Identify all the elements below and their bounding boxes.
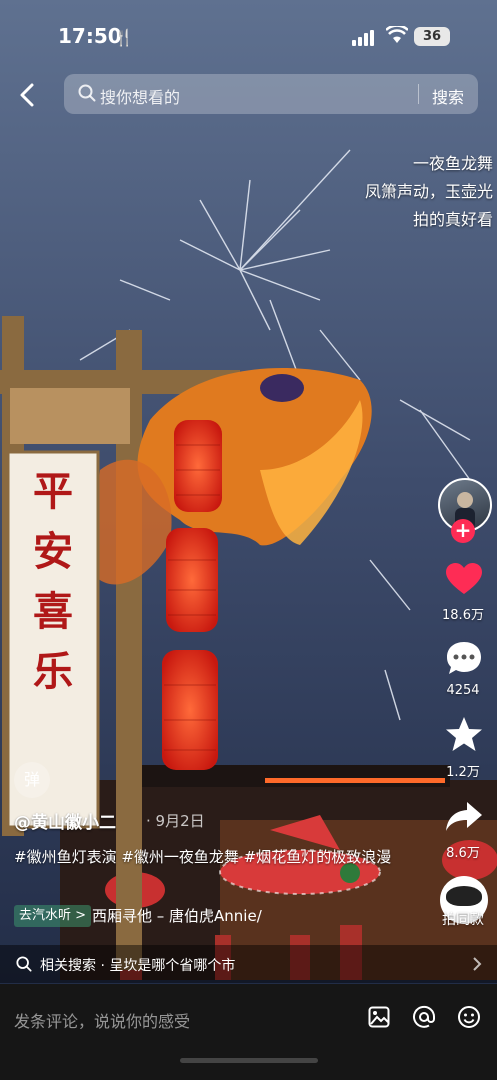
sign-char: 喜	[33, 588, 73, 635]
like-count: 18.6万	[442, 608, 484, 623]
post-date: · 9月2日	[146, 812, 205, 830]
share-icon[interactable]	[445, 800, 483, 834]
music-app-link[interactable]: 去汽水听 >	[14, 905, 92, 927]
danmu-toggle[interactable]: 弹	[14, 762, 50, 798]
like-heart-icon[interactable]	[445, 562, 483, 596]
comment-count: 4254	[446, 683, 480, 698]
caption-line: 拍的真好看	[412, 210, 493, 229]
sign-text: 平 安 喜 乐	[8, 462, 98, 702]
battery-indicator: 36	[414, 27, 450, 46]
search-input[interactable]: 搜你想看的	[100, 84, 180, 108]
music-disc-icon	[446, 886, 482, 906]
search-button[interactable]: 搜索	[432, 84, 464, 108]
favorite-count: 1.2万	[446, 765, 480, 780]
comment-icon[interactable]	[445, 640, 483, 676]
share-count: 8.6万	[446, 846, 480, 861]
mention-icon[interactable]	[412, 1005, 436, 1029]
comment-input[interactable]: 发条评论，说说你的感受	[14, 1008, 190, 1032]
dining-icon: 🍴	[114, 28, 134, 47]
image-icon[interactable]	[368, 1006, 390, 1028]
home-indicator	[180, 1058, 318, 1063]
sign-char: 安	[33, 528, 73, 575]
follow-button[interactable]: +	[451, 519, 475, 543]
emoji-icon[interactable]	[457, 1005, 481, 1029]
related-search-text[interactable]: 相关搜索 · 呈坎是哪个省哪个市	[40, 955, 235, 975]
search-divider	[418, 84, 419, 104]
comment-bar	[0, 984, 497, 1080]
favorite-star-icon[interactable]	[445, 716, 483, 752]
status-time: 17:50	[58, 24, 122, 48]
wifi-icon	[386, 26, 408, 43]
caption-line: 一夜鱼龙舞	[412, 154, 493, 173]
cellular-signal-icon	[352, 30, 374, 46]
sign-char: 乐	[33, 648, 73, 695]
author-name[interactable]: @黄山徽小二	[14, 808, 116, 833]
search-icon	[16, 956, 32, 972]
chevron-right-icon[interactable]	[472, 957, 482, 971]
sign-char: 平	[33, 468, 73, 515]
same-style-label[interactable]: 拍同款	[433, 909, 493, 929]
back-arrow-icon[interactable]	[14, 80, 42, 110]
music-title[interactable]: 西厢寻他 – 唐伯虎Annie/	[92, 905, 292, 927]
video-description[interactable]: #徽州鱼灯表演 #徽州一夜鱼龙舞 #烟花鱼灯的极致浪漫	[14, 846, 414, 869]
search-icon	[78, 84, 96, 102]
caption-line: 凤箫声动，玉壶光	[364, 182, 493, 201]
